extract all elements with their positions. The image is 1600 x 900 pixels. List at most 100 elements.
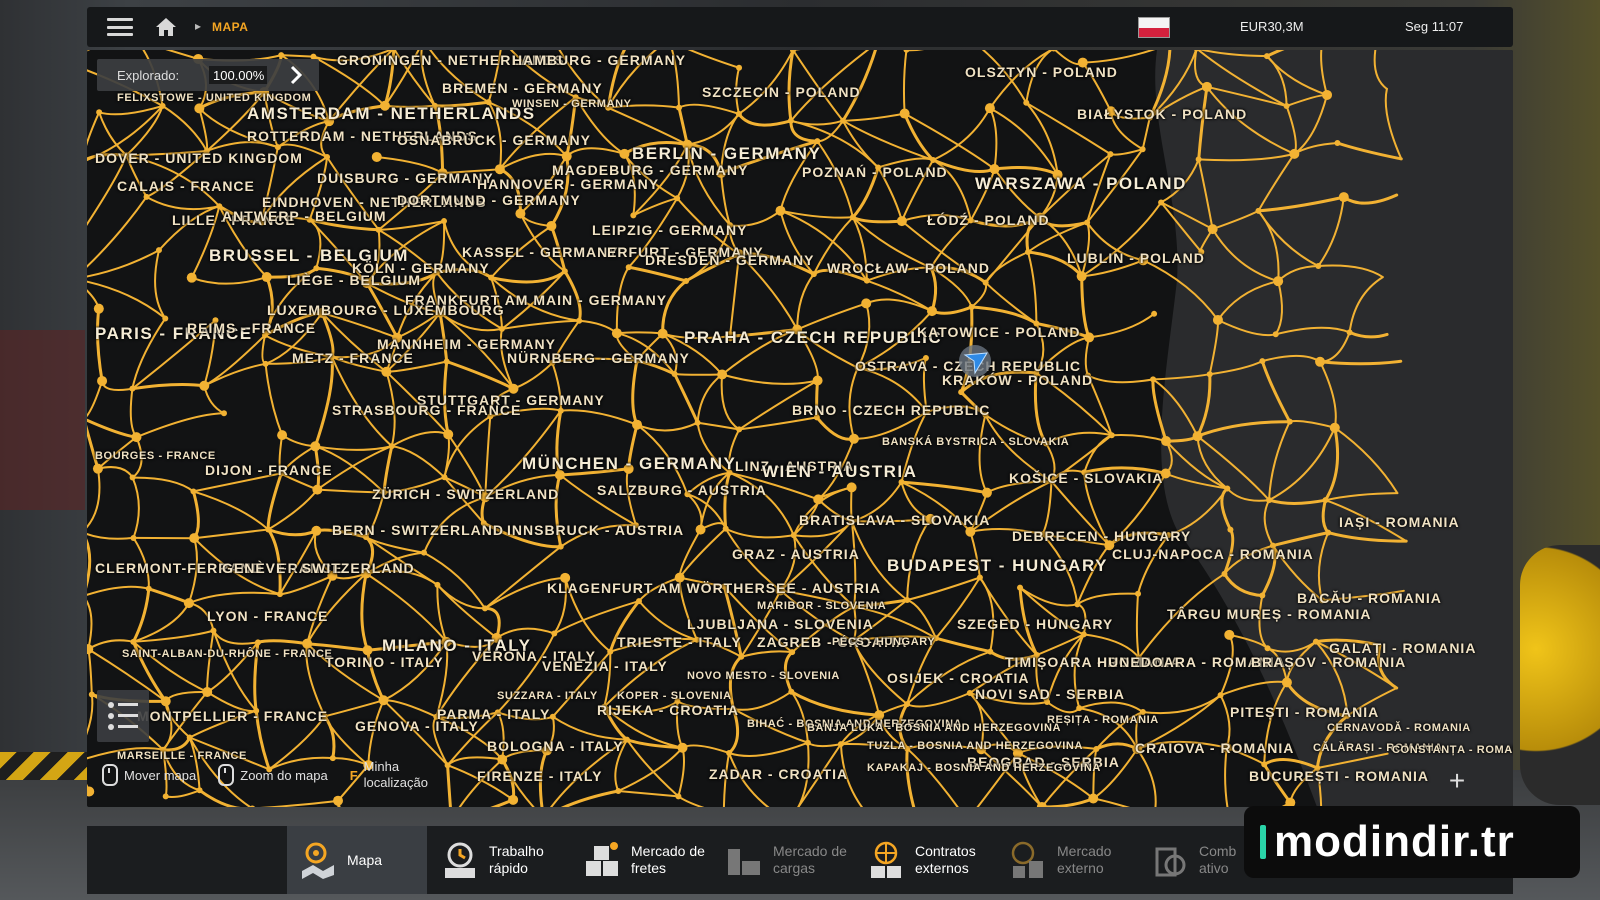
my-location-hint[interactable]: F Minha localização [350, 759, 444, 791]
breadcrumb-chevron-icon: ▸ [195, 19, 202, 33]
city-label: CONSTANȚA - ROMANIA [1392, 744, 1513, 756]
key-f-icon: F [349, 767, 358, 783]
city-label: KAPAKAJ - BOSNIA AND HERZEGOVINA [867, 762, 1101, 774]
city-label: SALZBURG - AUSTRIA [597, 482, 767, 498]
city-label: TRIESTE - ITALY [617, 634, 742, 650]
city-label: LYON - FRANCE [207, 608, 329, 624]
city-label: LIÈGE - BELGIUM [287, 272, 421, 288]
city-label: BIAŁYSTOK - POLAND [1077, 106, 1248, 122]
city-label: BOURGES - FRANCE [95, 450, 216, 462]
tab-label: rápido [489, 860, 528, 876]
map-legend-button[interactable] [97, 690, 149, 742]
city-label: IAȘI - ROMANIA [1339, 514, 1460, 530]
tab-label: cargas [773, 860, 816, 876]
city-label: LEIPZIG - GERMANY [592, 222, 748, 238]
city-label: DORTMUND - GERMANY [397, 192, 581, 208]
zoom-in-icon[interactable]: + [1442, 767, 1472, 797]
top-bar: ▸ MAPA EUR30,3M Seg 11:07 [87, 7, 1513, 47]
move-map-hint: Mover mapa [102, 764, 196, 786]
city-label: BUDAPEST - HUNGARY [887, 556, 1108, 575]
watermark-badge: modindir.tr [1244, 806, 1580, 878]
city-label: TORINO - ITALY [325, 654, 444, 670]
tab-mapa[interactable]: Mapa [287, 826, 427, 894]
city-label: SUZZARA - ITALY [497, 690, 598, 702]
city-label: CERNAVODĂ - ROMANIA [1327, 722, 1471, 734]
garage-wall [0, 330, 85, 510]
city-label: BOLOGNA - ITALY [487, 738, 624, 754]
mouse-wheel-icon [218, 764, 235, 786]
explored-indicator: Explorado: 100.00% [97, 59, 319, 91]
tab-label: externos [915, 860, 969, 876]
truck-cab [1520, 545, 1600, 805]
city-label: MARIBOR - SLOVENIA [757, 600, 887, 612]
fuel-icon [1155, 847, 1186, 877]
city-label: RIJEKA - CROATIA [597, 702, 739, 718]
legend-list-icon [108, 702, 138, 730]
city-label: DUISBURG - GERMANY [317, 170, 494, 186]
city-label: ZADAR - CROATIA [709, 766, 849, 782]
city-label: VENEZIA - ITALY [542, 658, 668, 674]
mouse-left-icon [102, 764, 118, 786]
tab-contratos-externos[interactable]: Contratos externos [855, 826, 995, 894]
city-label: WINSEN - GERMANY [512, 98, 632, 110]
city-label: SAINT-ALBAN-DU-RHÔNE - FRANCE [122, 648, 333, 660]
city-label: TÂRGU MUREȘ - ROMANIA [1167, 606, 1372, 622]
city-label: FELIXSTOWE - UNITED KINGDOM [117, 92, 312, 104]
cargo-icon [728, 849, 760, 875]
city-label: WARSZAWA - POLAND [975, 174, 1187, 193]
city-label: KATOWICE - POLAND [917, 324, 1081, 340]
zoom-map-label: Zoom do mapa [240, 767, 328, 783]
city-label: BANSKÁ BYSTRICA - SLOVAKIA [882, 436, 1070, 448]
tab-label: Mercado de [773, 843, 847, 859]
tab-label: ativo [1199, 860, 1229, 876]
city-label: REȘIȚA - ROMANIA [1047, 714, 1159, 726]
world-map[interactable]: GRONINGEN - NETHERLANDS HAMBURG - GERMANY… [87, 50, 1513, 807]
globe-cargo-icon [1011, 841, 1043, 878]
watermark-text: modindir.tr [1274, 817, 1515, 866]
city-label: CALAIS - FRANCE [117, 178, 255, 194]
city-label: NÜRNBERG - GERMANY [507, 350, 690, 366]
city-label: KASSEL - GERMANY [462, 244, 619, 260]
city-label: BREMEN - GERMANY [442, 80, 603, 96]
tab-label: Mercado [1057, 843, 1112, 859]
city-label: GENOVA - ITALY [355, 718, 479, 734]
tab-mercado-cargas[interactable]: Mercado de cargas [713, 826, 853, 894]
city-label: CRAIOVA - ROMANIA [1135, 740, 1295, 756]
city-label: HANNOVER - GERMANY [477, 176, 660, 192]
tab-mercado-externo[interactable]: Mercado externo [997, 826, 1137, 894]
city-label: BACĂU - ROMANIA [1297, 590, 1442, 606]
hamburger-menu-icon[interactable] [107, 18, 133, 36]
tab-mercado-fretes[interactable]: Mercado de fretes [571, 826, 711, 894]
clock-box-icon [445, 842, 475, 878]
game-clock: Seg 11:07 [1405, 19, 1464, 34]
city-label: PITEȘTI - ROMANIA [1230, 704, 1380, 720]
city-label: DOVER - UNITED KINGDOM [95, 150, 303, 166]
city-label: HAMBURG - GERMANY [512, 52, 687, 68]
tab-label: externo [1057, 860, 1104, 876]
city-label: MONTPELLIER - FRANCE [137, 708, 329, 724]
city-label: KOŠICE - SLOVAKIA [1009, 470, 1164, 486]
home-icon[interactable] [155, 17, 177, 37]
city-label: BUCUREȘTI - ROMANIA [1249, 768, 1429, 784]
control-hints: Mover mapa Zoom do mapa F Minha localiza… [102, 755, 444, 795]
chevron-right-icon[interactable] [285, 64, 307, 86]
tab-trabalho-rapido[interactable]: Trabalho rápido [429, 826, 569, 894]
city-label: BERLIN - GERMANY [632, 144, 822, 163]
city-label: PÉCS - HUNGARY [832, 636, 936, 648]
city-label: KLAGENFURT AM WÖRTHERSEE - AUSTRIA [547, 580, 881, 596]
city-label: NOVO MESTO - SLOVENIA [687, 670, 840, 682]
city-label: SZCZECIN - POLAND [702, 84, 861, 100]
city-label: ZÜRICH - SWITZERLAND [372, 486, 560, 502]
city-label: GENÈVE - SWITZERLAND [222, 560, 415, 576]
city-label: FIRENZE - ITALY [477, 768, 603, 784]
city-label: INNSBRUCK - AUSTRIA [507, 522, 685, 538]
city-label: KOPER - SLOVENIA [617, 690, 732, 702]
city-label: LUBLIN - POLAND [1067, 250, 1205, 266]
money-display: EUR30,3M [1240, 19, 1304, 34]
city-label: OLSZTYN - POLAND [965, 64, 1118, 80]
city-label: BRNO - CZECH REPUBLIC [792, 402, 991, 418]
player-position-icon [959, 345, 991, 377]
breadcrumb[interactable]: MAPA [212, 20, 248, 34]
watermark-accent [1260, 825, 1266, 859]
move-map-label: Mover mapa [124, 767, 197, 783]
